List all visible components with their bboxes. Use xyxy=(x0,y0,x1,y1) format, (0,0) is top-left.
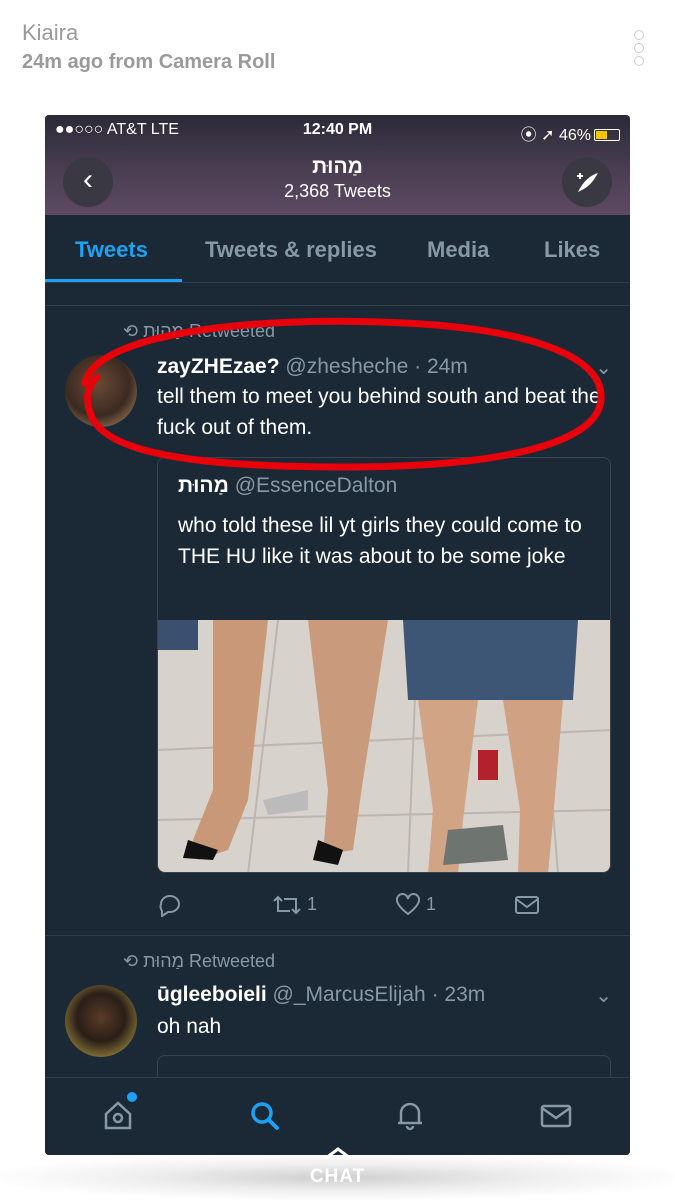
twitter-screenshot: ●●○○○ AT&T LTE 12:40 PM ⦿ ➚ 46% ‹ מַהוּת… xyxy=(45,115,630,1155)
chevron-up-icon[interactable] xyxy=(324,1146,352,1160)
chat-label[interactable]: CHAT xyxy=(0,1166,675,1188)
red-circle-annotation xyxy=(81,317,605,471)
snap-header: Kiaira 24m ago from Camera Roll xyxy=(22,18,275,76)
snap-meta: 24m ago from Camera Roll xyxy=(22,51,276,73)
snap-sender: Kiaira xyxy=(22,20,79,45)
snap-menu-icon[interactable] xyxy=(632,30,646,70)
